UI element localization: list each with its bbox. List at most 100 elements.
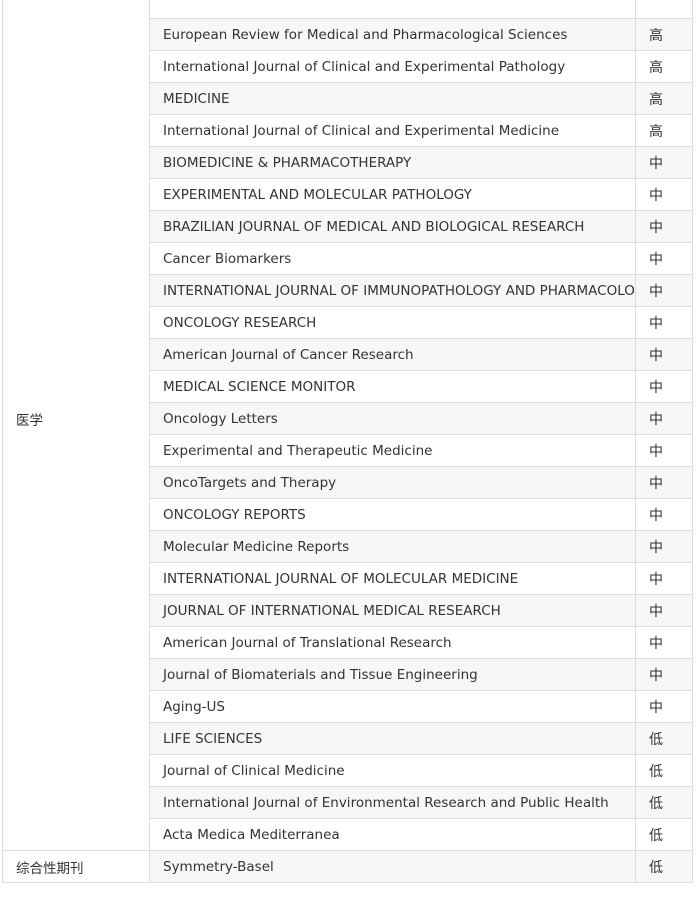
journal-name: BRAZILIAN JOURNAL OF MEDICAL AND BIOLOGI… — [163, 218, 585, 235]
risk-level-cell: 中 — [635, 274, 693, 307]
risk-level-cell: 中 — [635, 562, 693, 595]
journal-name-cell: MEDICAL SCIENCE MONITOR — [149, 370, 636, 403]
journal-name-cell: International Journal of Environmental R… — [149, 786, 636, 819]
risk-level-cell: 中 — [635, 338, 693, 371]
journal-name: American Journal of Translational Resear… — [163, 634, 452, 651]
risk-level-cell: 高 — [635, 82, 693, 115]
risk-level-cell: 中 — [635, 530, 693, 563]
journal-name: International Journal of Clinical and Ex… — [163, 58, 566, 75]
risk-level: 中 — [649, 315, 663, 332]
risk-level-cell: 高 — [635, 50, 693, 83]
table-body: 医学 European Review for Medical and Pharma… — [2, 0, 693, 883]
risk-level: 中 — [649, 603, 663, 620]
risk-level-cell: 低 — [635, 850, 693, 883]
journal-name-cell: OncoTargets and Therapy — [149, 466, 636, 499]
journal-name: Cancer Biomarkers — [163, 250, 292, 267]
journal-name-cell: MEDICINE — [149, 82, 636, 115]
journal-name-cell: Journal of Biomaterials and Tissue Engin… — [149, 658, 636, 691]
journal-name-cell: Experimental and Therapeutic Medicine — [149, 434, 636, 467]
journal-name-cell: Symmetry-Basel — [149, 850, 636, 883]
journal-name-cell: Journal of Clinical Medicine — [149, 754, 636, 787]
journal-name-cell: BRAZILIAN JOURNAL OF MEDICAL AND BIOLOGI… — [149, 210, 636, 243]
risk-level-cell: 高 — [635, 114, 693, 147]
risk-level-cell: 低 — [635, 786, 693, 819]
risk-level: 中 — [649, 699, 663, 716]
journal-name-cell: EXPERIMENTAL AND MOLECULAR PATHOLOGY — [149, 178, 636, 211]
journal-name-cell: Oncology Letters — [149, 402, 636, 435]
journal-name: Acta Medica Mediterranea — [163, 826, 340, 843]
journal-name: MEDICAL SCIENCE MONITOR — [163, 378, 356, 395]
risk-level-cell: 中 — [635, 306, 693, 339]
journal-risk-table: 医学 European Review for Medical and Pharma… — [2, 0, 693, 883]
risk-level: 中 — [649, 571, 663, 588]
risk-level-cell: 中 — [635, 434, 693, 467]
journal-name: BIOMEDICINE & PHARMACOTHERAPY — [163, 154, 412, 171]
risk-level-cell: 中 — [635, 178, 693, 211]
risk-level-cell: 中 — [635, 690, 693, 723]
journal-name-cell: American Journal of Cancer Research — [149, 338, 636, 371]
risk-level: 高 — [649, 91, 663, 108]
journal-name: American Journal of Cancer Research — [163, 346, 414, 363]
risk-level-cell: 中 — [635, 210, 693, 243]
journal-name-cell: Cancer Biomarkers — [149, 242, 636, 275]
journal-name-cell: INTERNATIONAL JOURNAL OF IMMUNOPATHOLOGY… — [149, 274, 636, 307]
risk-level-cell: 高 — [635, 18, 693, 51]
journal-name-cell: ONCOLOGY RESEARCH — [149, 306, 636, 339]
risk-level: 低 — [649, 795, 663, 812]
risk-level: 中 — [649, 283, 663, 300]
risk-level: 中 — [649, 187, 663, 204]
journal-name: International Journal of Environmental R… — [163, 794, 609, 811]
journal-name-cell — [149, 0, 636, 19]
risk-level: 高 — [649, 59, 663, 76]
journal-name: INTERNATIONAL JOURNAL OF IMMUNOPATHOLOGY… — [163, 282, 636, 299]
risk-level-cell: 中 — [635, 626, 693, 659]
risk-level-cell: 低 — [635, 754, 693, 787]
journal-name: Journal of Clinical Medicine — [163, 762, 345, 779]
risk-level-cell: 中 — [635, 370, 693, 403]
journal-name: Aging-US — [163, 698, 226, 715]
journal-name-cell: International Journal of Clinical and Ex… — [149, 50, 636, 83]
risk-level: 低 — [649, 827, 663, 844]
journal-name-cell: Acta Medica Mediterranea — [149, 818, 636, 851]
risk-level: 低 — [649, 763, 663, 780]
journal-name: Journal of Biomaterials and Tissue Engin… — [163, 666, 478, 683]
journal-name: ONCOLOGY RESEARCH — [163, 314, 317, 331]
risk-level: 中 — [649, 219, 663, 236]
risk-level: 中 — [649, 251, 663, 268]
risk-level: 中 — [649, 443, 663, 460]
journal-name-cell: European Review for Medical and Pharmaco… — [149, 18, 636, 51]
risk-level-cell: 中 — [635, 402, 693, 435]
journal-name-cell: BIOMEDICINE & PHARMACOTHERAPY — [149, 146, 636, 179]
journal-name: International Journal of Clinical and Ex… — [163, 122, 560, 139]
journal-name-cell: Aging-US — [149, 690, 636, 723]
risk-level-cell: 中 — [635, 594, 693, 627]
journal-name: MEDICINE — [163, 90, 230, 107]
risk-level: 高 — [649, 27, 663, 44]
risk-level-cell: 中 — [635, 466, 693, 499]
subject-label: 医学 — [16, 412, 43, 429]
journal-name: LIFE SCIENCES — [163, 730, 263, 747]
risk-level: 低 — [649, 731, 663, 748]
table-row: 医学 — [2, 0, 693, 851]
risk-level-cell: 低 — [635, 722, 693, 755]
subject-cell: 医学 — [2, 0, 150, 851]
journal-name: Symmetry-Basel — [163, 858, 274, 875]
risk-level: 中 — [649, 379, 663, 396]
risk-level-cell: 中 — [635, 498, 693, 531]
risk-level-cell — [635, 0, 693, 19]
journal-name: OncoTargets and Therapy — [163, 474, 337, 491]
risk-level: 低 — [649, 859, 663, 876]
journal-risk-page: { "groups": [ { "subject": "医学", "rows":… — [0, 0, 699, 898]
risk-level: 中 — [649, 411, 663, 428]
journal-name: Molecular Medicine Reports — [163, 538, 350, 555]
journal-name: Oncology Letters — [163, 410, 278, 427]
risk-level: 高 — [649, 123, 663, 140]
risk-level: 中 — [649, 667, 663, 684]
journal-name: European Review for Medical and Pharmaco… — [163, 26, 568, 43]
journal-name: INTERNATIONAL JOURNAL OF MOLECULAR MEDIC… — [163, 570, 519, 587]
journal-name: EXPERIMENTAL AND MOLECULAR PATHOLOGY — [163, 186, 472, 203]
risk-level-cell: 中 — [635, 146, 693, 179]
risk-level: 中 — [649, 475, 663, 492]
table-row: 综合性期刊 Symmetry-Basel 低 — [2, 850, 693, 883]
risk-level: 中 — [649, 155, 663, 172]
